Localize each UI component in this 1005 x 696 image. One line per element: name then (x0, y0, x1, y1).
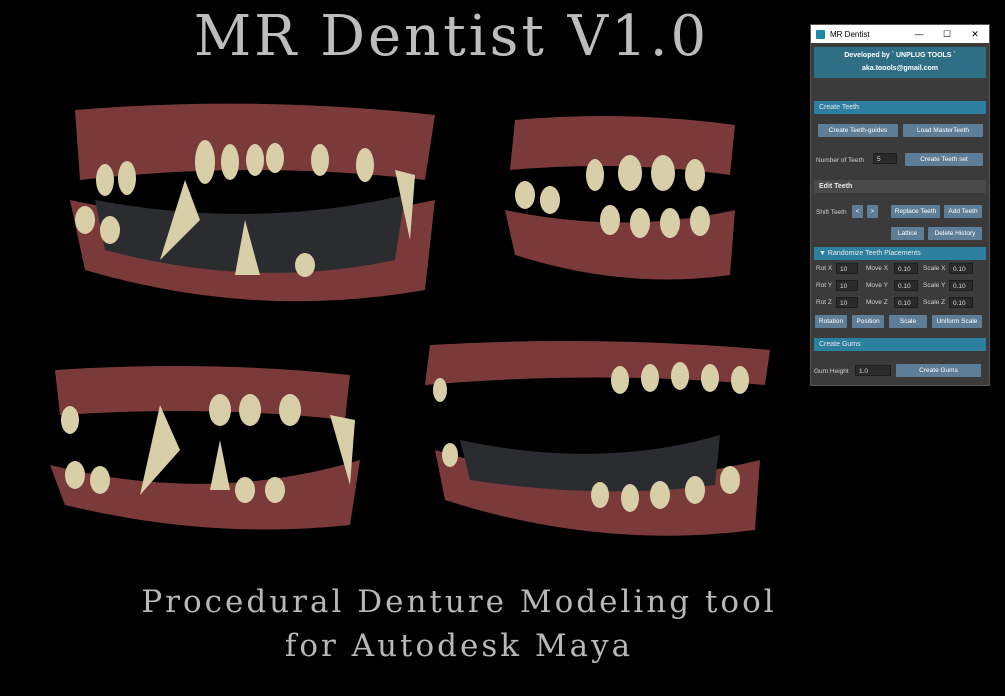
create-teeth-set-button[interactable]: Create Teeth set (905, 153, 983, 166)
number-of-teeth-label: Number of Teeth (816, 157, 864, 164)
scale-x-label: Scale X (923, 265, 946, 272)
move-x-label: Move X (866, 265, 889, 272)
section-randomize-label: Randomize Teeth Placements (827, 250, 921, 257)
load-master-teeth-button[interactable]: Load MasterTeeth (903, 124, 983, 137)
add-teeth-button[interactable]: Add Teeth (944, 205, 982, 218)
poster-subtitle-line2: for Autodesk Maya (284, 628, 634, 664)
create-teeth-guides-button[interactable]: Create Teeth-guides (818, 124, 898, 137)
window-title: MR Dentist (830, 29, 870, 39)
section-create-gums[interactable]: Create Gums (814, 338, 986, 351)
developer-credit: Developed by ` UNPLUG TOOLS ` (844, 52, 956, 59)
shift-left-button[interactable]: < (852, 205, 863, 218)
app-logo-icon (816, 29, 825, 39)
mr-dentist-window: MR Dentist — ☐ ✕ Developed by ` UNPLUG T… (810, 24, 990, 386)
rot-z-label: Rot Z (816, 299, 832, 306)
number-of-teeth-input[interactable]: 5 (873, 153, 897, 164)
move-y-label: Move Y (866, 282, 888, 289)
shift-teeth-label: Shift Teeth (816, 209, 847, 216)
uniform-scale-button[interactable]: Uniform Scale (932, 315, 982, 328)
gum-height-input[interactable]: 1.0 (855, 365, 891, 376)
move-z-label: Move Z (866, 299, 888, 306)
move-z-input[interactable]: 0.10 (894, 297, 918, 308)
denture-render-top-right (505, 116, 735, 280)
move-x-input[interactable]: 0.10 (894, 263, 918, 274)
scale-y-input[interactable]: 0.10 (949, 280, 973, 291)
minimize-icon[interactable]: — (905, 29, 933, 39)
gum-height-label: Gum Height (814, 368, 849, 375)
denture-render-bottom-left (50, 366, 360, 530)
window-titlebar[interactable]: MR Dentist — ☐ ✕ (811, 25, 989, 43)
poster-title: MR Dentist V1.0 (193, 4, 710, 69)
denture-render-bottom-right (425, 341, 770, 536)
maximize-icon[interactable]: ☐ (933, 29, 961, 40)
rot-y-input[interactable]: 10 (836, 280, 858, 291)
position-button[interactable]: Position (852, 315, 884, 328)
close-icon[interactable]: ✕ (961, 29, 989, 40)
rot-y-label: Rot Y (816, 282, 833, 289)
collapse-arrow-icon[interactable]: ▼ (819, 250, 826, 257)
rotation-button[interactable]: Rotation (815, 315, 847, 328)
rot-x-label: Rot X (816, 265, 833, 272)
lattice-button[interactable]: Lattice (891, 227, 924, 240)
denture-render-top-left (70, 103, 435, 302)
delete-history-button[interactable]: Delete History (928, 227, 982, 240)
scale-y-label: Scale Y (923, 282, 946, 289)
scale-z-label: Scale Z (923, 299, 946, 306)
section-create-teeth[interactable]: Create Teeth (814, 101, 986, 114)
replace-teeth-button[interactable]: Replace Teeth (891, 205, 940, 218)
scale-button[interactable]: Scale (889, 315, 927, 328)
rot-x-input[interactable]: 10 (836, 263, 858, 274)
scale-x-input[interactable]: 0.10 (949, 263, 973, 274)
scale-z-input[interactable]: 0.10 (949, 297, 973, 308)
developer-banner: Developed by ` UNPLUG TOOLS ` aka.toools… (814, 47, 986, 78)
create-gums-button[interactable]: Create Gums (896, 364, 981, 377)
section-edit-teeth[interactable]: Edit Teeth (814, 180, 986, 193)
section-randomize-placements[interactable]: ▼ Randomize Teeth Placements (814, 247, 986, 260)
rot-z-input[interactable]: 10 (836, 297, 858, 308)
poster-subtitle-line1: Procedural Denture Modeling tool (141, 584, 777, 620)
developer-email: aka.toools@gmail.com (861, 65, 939, 72)
move-y-input[interactable]: 0.10 (894, 280, 918, 291)
shift-right-button[interactable]: > (867, 205, 878, 218)
